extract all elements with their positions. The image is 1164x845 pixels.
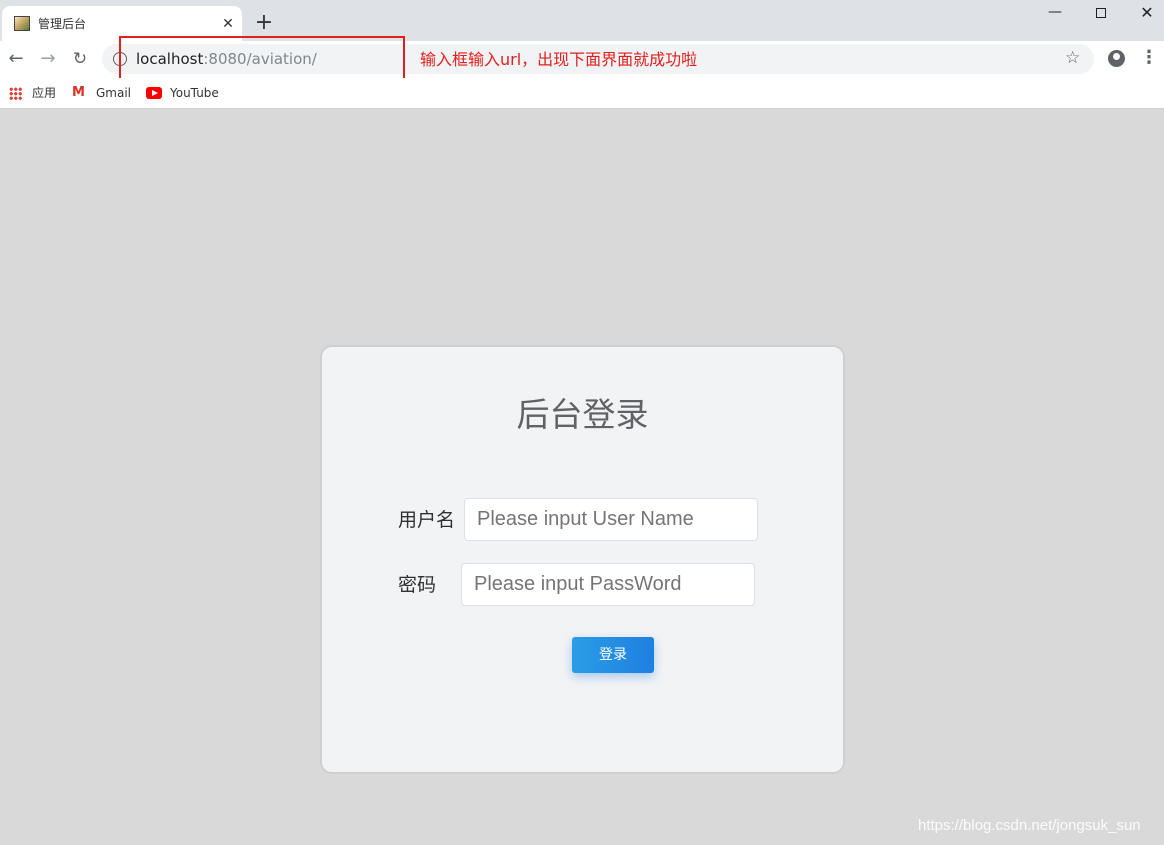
tab-strip: 管理后台 ✕ + — ✕ [0, 0, 1164, 41]
maximize-window-icon[interactable] [1089, 2, 1113, 26]
tab-close-icon[interactable]: ✕ [219, 15, 237, 33]
password-input[interactable] [461, 563, 755, 606]
bookmark-star-icon[interactable]: ☆ [1065, 48, 1080, 68]
annotation-text: 输入框输入url，出现下面界面就成功啦 [420, 50, 698, 69]
tab-title: 管理后台 [38, 17, 87, 31]
login-button[interactable]: 登录 [572, 637, 654, 673]
new-tab-icon[interactable]: + [253, 12, 275, 34]
bookmarks-bar: 应用 M Gmail YouTube [0, 78, 1164, 109]
username-label: 用户名 [398, 509, 456, 531]
bookmark-label: 应用 [32, 86, 57, 100]
reload-icon[interactable]: ↻ [69, 48, 91, 70]
browser-menu-icon[interactable]: ⋮ [1140, 48, 1158, 68]
apps-grid-icon [9, 87, 22, 100]
back-arrow-icon[interactable]: ← [5, 48, 27, 70]
site-favicon-icon [14, 16, 30, 31]
forward-arrow-icon[interactable]: → [37, 48, 59, 70]
youtube-icon [146, 87, 162, 99]
bookmark-label: YouTube [170, 86, 219, 100]
bookmark-label: Gmail [96, 86, 132, 100]
login-title: 后台登录 [516, 395, 649, 434]
url-highlight-box [119, 36, 405, 82]
username-input[interactable] [464, 498, 758, 541]
password-label: 密码 [398, 574, 437, 596]
watermark-text: https://blog.csdn.net/jongsuk_sun [918, 817, 1141, 834]
account-icon[interactable] [1108, 50, 1125, 67]
minimize-window-icon[interactable]: — [1043, 2, 1067, 26]
gmail-icon: M [72, 85, 85, 100]
close-window-icon[interactable]: ✕ [1135, 2, 1159, 26]
login-card: 后台登录 用户名 密码 登录 [320, 345, 845, 774]
